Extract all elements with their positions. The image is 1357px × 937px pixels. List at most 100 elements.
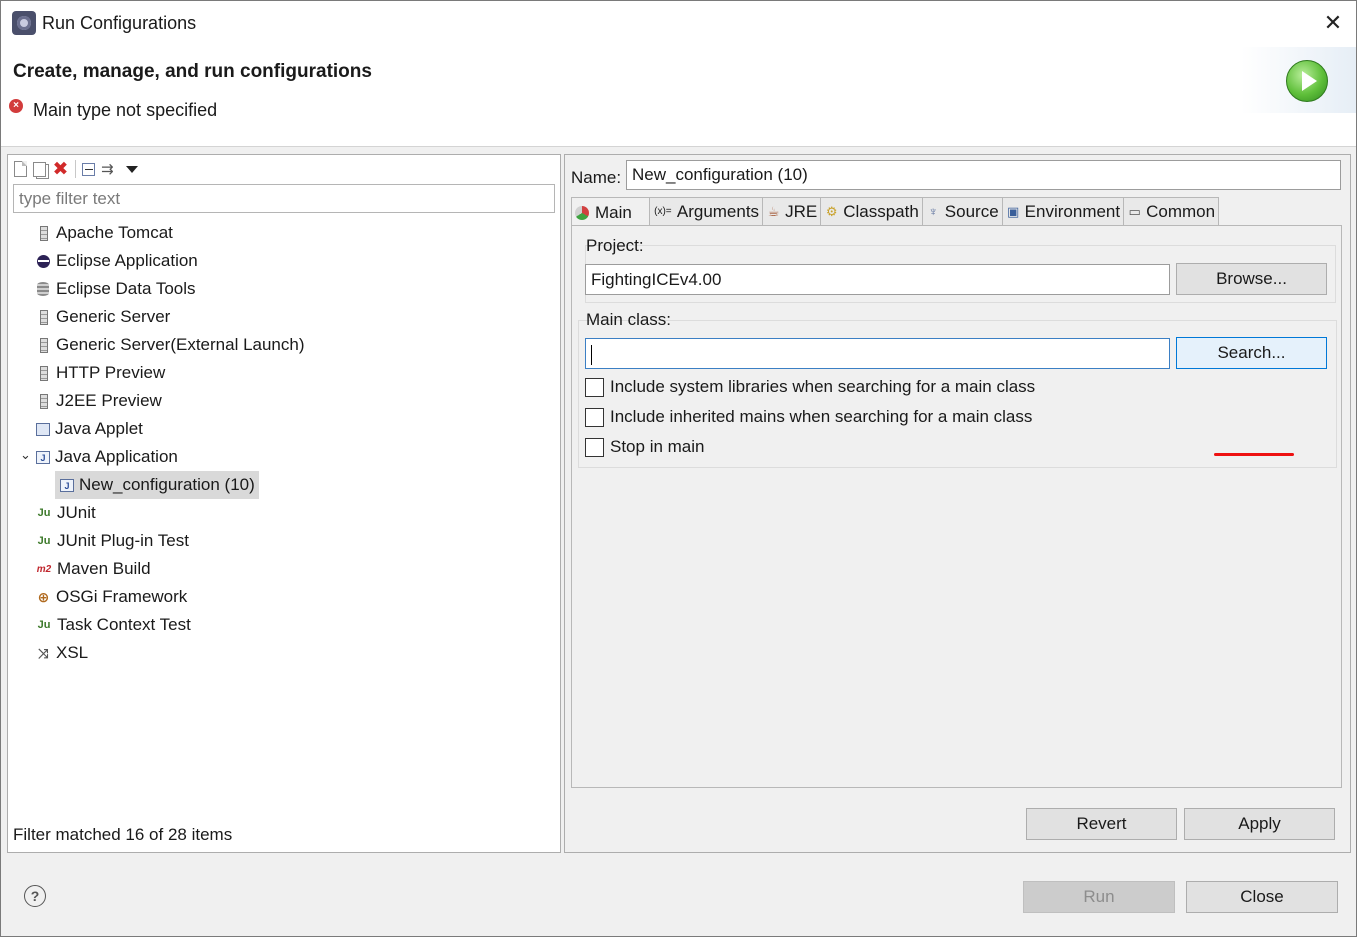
server-icon — [40, 309, 48, 325]
java-application-icon: J — [60, 478, 74, 492]
tree-item-junit[interactable]: Ju JUnit — [36, 499, 96, 527]
server-icon — [40, 365, 48, 381]
tree-item-label: OSGi Framework — [56, 587, 188, 606]
config-tabs: Main (x)= Arguments ☕ JRE ⚙ Classpath ♆ … — [571, 197, 1220, 227]
database-icon — [37, 282, 49, 296]
title-bar: Run Configurations ✕ — [1, 1, 1356, 47]
tree-item-generic-server[interactable]: Generic Server — [36, 303, 170, 331]
tree-item-eclipse-data-tools[interactable]: Eclipse Data Tools — [36, 275, 196, 303]
tree-item-label: HTTP Preview — [56, 363, 166, 382]
view-menu-icon[interactable] — [126, 165, 138, 173]
run-icon — [1286, 60, 1328, 102]
tree-item-task-context-test[interactable]: Ju Task Context Test — [36, 611, 191, 639]
filter-status: Filter matched 16 of 28 items — [13, 825, 233, 844]
apply-button[interactable]: Apply — [1184, 808, 1335, 840]
tree-item-new-configuration[interactable]: J New_configuration (10) — [55, 471, 259, 499]
checkbox-label: Stop in main — [610, 437, 705, 456]
project-label: Project: — [586, 236, 644, 255]
tree-item-label: New_configuration (10) — [79, 475, 255, 494]
configuration-editor: Name: New_configuration (10) Main (x)= A… — [564, 154, 1351, 853]
filter-icon[interactable]: ⇉ — [101, 161, 118, 178]
tree-item-label: XSL — [56, 643, 89, 662]
tab-classpath[interactable]: ⚙ Classpath — [821, 197, 923, 226]
option-include-system-libraries[interactable]: Include system libraries when searching … — [585, 377, 1035, 397]
classpath-icon: ⚙ — [825, 204, 838, 219]
main-tab-body: Project: FightingICEv4.00 Browse... Main… — [571, 225, 1342, 788]
tab-common[interactable]: ▭ Common — [1124, 197, 1220, 226]
checkbox-label: Include inherited mains when searching f… — [610, 407, 1033, 426]
common-icon: ▭ — [1128, 204, 1141, 219]
tree-item-label: Task Context Test — [57, 615, 191, 634]
duplicate-icon[interactable] — [33, 161, 46, 177]
error-message: Main type not specified — [33, 100, 218, 120]
tree-item-label: Java Applet — [55, 419, 143, 438]
checkbox-label: Include system libraries when searching … — [610, 377, 1036, 396]
tree-item-generic-server-external[interactable]: Generic Server(External Launch) — [36, 331, 305, 359]
option-include-inherited-mains[interactable]: Include inherited mains when searching f… — [585, 407, 1032, 427]
option-stop-in-main[interactable]: Stop in main — [585, 437, 705, 457]
tree-item-label: Generic Server(External Launch) — [56, 335, 305, 354]
banner-title: Create, manage, and run configurations — [13, 61, 372, 82]
server-icon — [40, 393, 48, 409]
header-banner: Create, manage, and run configurations ×… — [1, 47, 1356, 147]
arguments-icon: (x)= — [654, 206, 672, 217]
osgi-icon: ⊕ — [37, 588, 50, 605]
tree-item-http-preview[interactable]: HTTP Preview — [36, 359, 165, 387]
checkbox[interactable] — [585, 407, 604, 427]
tab-label: Environment — [1024, 202, 1121, 221]
tab-label: Common — [1146, 202, 1216, 221]
project-field[interactable]: FightingICEv4.00 — [585, 264, 1170, 295]
server-icon — [40, 225, 48, 241]
tab-main[interactable]: Main — [571, 197, 650, 227]
tree-item-label: J2EE Preview — [56, 391, 162, 410]
tree-item-label: JUnit Plug-in Test — [57, 531, 189, 550]
tree-item-junit-plugin-test[interactable]: Ju JUnit Plug-in Test — [36, 527, 189, 555]
tree-item-java-applet[interactable]: Java Applet — [36, 415, 143, 443]
xsl-icon: ⤨ — [38, 645, 49, 661]
new-config-icon[interactable] — [14, 161, 27, 177]
checkbox[interactable] — [585, 377, 604, 397]
browse-button[interactable]: Browse... — [1176, 263, 1327, 295]
configurations-panel: ✖ ⇉ Apache Tomcat Eclipse Application Ec… — [7, 154, 561, 853]
tab-label: Source — [944, 202, 999, 221]
tree-item-label: Java Application — [55, 447, 178, 466]
tree-item-osgi-framework[interactable]: ⊕ OSGi Framework — [36, 583, 188, 611]
task-context-icon: Ju — [37, 618, 51, 631]
help-icon[interactable]: ? — [24, 885, 46, 907]
name-field[interactable]: New_configuration (10) — [626, 160, 1341, 190]
eclipse-icon — [37, 254, 50, 268]
main-tab-icon — [575, 205, 589, 220]
tree-item-eclipse-application[interactable]: Eclipse Application — [36, 247, 198, 275]
tree-item-maven-build[interactable]: m2 Maven Build — [36, 555, 151, 583]
revert-button[interactable]: Revert — [1026, 808, 1177, 840]
main-class-field[interactable] — [585, 338, 1170, 369]
delete-icon[interactable]: ✖ — [52, 160, 69, 179]
close-button[interactable]: Close — [1186, 881, 1338, 913]
collapse-all-icon[interactable] — [82, 162, 95, 176]
tree-item-xsl[interactable]: ⤨ XSL — [36, 639, 88, 667]
tab-environment[interactable]: ▣ Environment — [1002, 197, 1125, 226]
tree-item-java-application[interactable]: J Java Application — [36, 443, 178, 471]
filter-input[interactable] — [13, 184, 555, 213]
checkbox[interactable] — [585, 437, 604, 457]
tree-item-j2ee-preview[interactable]: J2EE Preview — [36, 387, 162, 415]
server-icon — [40, 337, 48, 353]
search-button[interactable]: Search... — [1176, 337, 1327, 369]
tab-jre[interactable]: ☕ JRE — [763, 197, 822, 226]
java-application-icon: J — [36, 450, 50, 464]
tab-label: JRE — [785, 202, 818, 221]
tab-arguments[interactable]: (x)= Arguments — [649, 197, 764, 226]
tree-item-apache-tomcat[interactable]: Apache Tomcat — [36, 219, 173, 247]
close-window-icon[interactable]: ✕ — [1319, 9, 1347, 37]
environment-icon: ▣ — [1007, 204, 1020, 219]
tree-item-label: Eclipse Application — [56, 251, 198, 270]
tab-source[interactable]: ♆ Source — [922, 197, 1003, 226]
eclipse-app-icon — [12, 11, 36, 35]
expand-chevron-icon[interactable]: ⌄ — [20, 443, 31, 467]
run-configurations-dialog: Run Configurations ✕ Create, manage, and… — [0, 0, 1357, 937]
red-underline-annotation — [1214, 453, 1294, 456]
run-button[interactable]: Run — [1023, 881, 1175, 913]
main-class-label: Main class: — [586, 310, 672, 329]
maven-icon: m2 — [36, 563, 52, 575]
jre-icon: ☕ — [767, 204, 780, 219]
